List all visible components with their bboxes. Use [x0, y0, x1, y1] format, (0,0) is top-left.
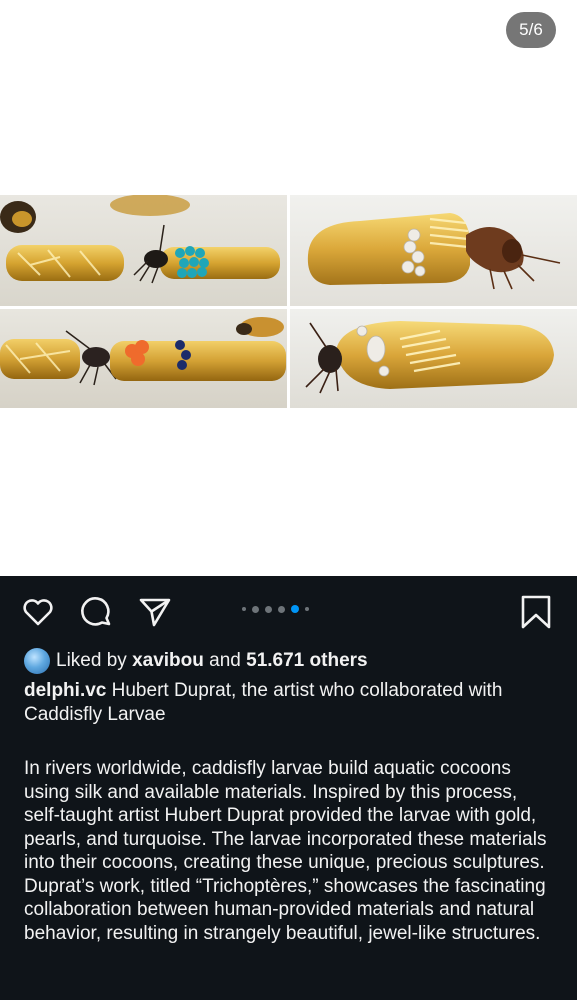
liker-avatar[interactable] — [24, 648, 50, 674]
liked-by-prefix: Liked by — [56, 650, 127, 671]
post-media[interactable]: 5/6 — [0, 0, 577, 576]
paper-plane-icon[interactable] — [137, 594, 173, 630]
likes-count[interactable]: 51.671 others — [246, 650, 367, 672]
liker-username[interactable]: xavibou — [132, 650, 204, 672]
carousel-dot — [278, 605, 285, 613]
carousel-dot — [265, 605, 272, 613]
carousel-dot — [252, 605, 259, 613]
post-caption: delphi.vc Hubert Duprat, the artist who … — [24, 679, 554, 726]
likes-conjunction: and — [209, 650, 241, 671]
post-details: Liked by xavibou and 51.671 others delph… — [0, 576, 577, 1000]
heart-icon[interactable] — [20, 594, 56, 630]
action-bar — [0, 576, 577, 646]
carousel-dot — [242, 607, 246, 611]
likes-summary[interactable]: Liked by xavibou and 51.671 others — [24, 648, 368, 674]
photo-larvae-gold-turquoise — [0, 195, 287, 306]
photo-collage — [0, 195, 577, 408]
carousel-dot — [305, 607, 309, 611]
carousel-dot-active — [291, 605, 299, 613]
bookmark-icon[interactable] — [518, 594, 554, 630]
photo-larva-gold-tubes-pearls — [290, 309, 577, 408]
photo-larvae-gold-coral — [0, 309, 287, 408]
photo-larva-gold-pearls — [290, 195, 577, 306]
author-username[interactable]: delphi.vc — [24, 680, 106, 701]
comment-bubble-icon[interactable] — [78, 594, 114, 630]
carousel-page-counter: 5/6 — [506, 12, 556, 48]
caption-body: In rivers worldwide, caddisfly larvae bu… — [24, 758, 547, 944]
carousel-indicator — [242, 604, 309, 614]
